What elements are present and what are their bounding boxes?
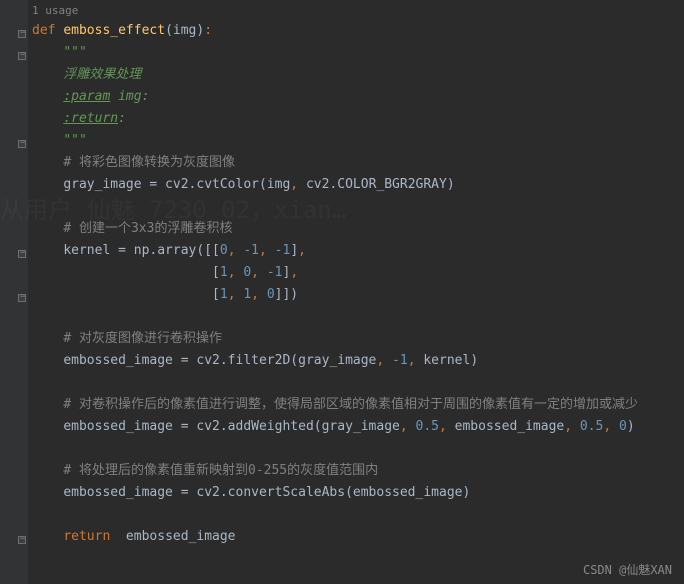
kw-return: return	[63, 529, 118, 544]
doc-param-tag: :param	[63, 89, 110, 104]
fold-icon[interactable]	[18, 30, 26, 38]
docstring-open: """	[63, 45, 86, 60]
code-editor[interactable]: 1 usage def emboss_effect(img): """ 浮雕效果…	[0, 0, 684, 584]
comment: # 将彩色图像转换为灰度图像	[63, 155, 235, 170]
doc-desc: 浮雕效果处理	[63, 67, 141, 82]
func-name: emboss_effect	[63, 23, 165, 38]
fold-icon[interactable]	[18, 250, 26, 258]
kw-def: def	[32, 23, 63, 38]
comment: # 对卷积操作后的像素值进行调整，使得局部区域的像素值相对于周围的像素值有一定的…	[63, 397, 638, 412]
code-content[interactable]: 1 usage def emboss_effect(img): """ 浮雕效果…	[28, 0, 684, 584]
credit-text: CSDN @仙魅XAN	[583, 561, 672, 578]
gutter	[0, 0, 28, 584]
fold-icon[interactable]	[18, 52, 26, 60]
comment: # 对灰度图像进行卷积操作	[63, 331, 222, 346]
doc-return-tag: :return	[63, 111, 118, 126]
fold-icon[interactable]	[18, 140, 26, 148]
fold-icon[interactable]	[18, 294, 26, 302]
fold-icon[interactable]	[18, 536, 26, 544]
usage-hint: 1 usage	[32, 0, 680, 20]
comment: # 创建一个3x3的浮雕卷积核	[63, 221, 232, 236]
comment: # 将处理后的像素值重新映射到0-255的灰度值范围内	[63, 463, 378, 478]
docstring-close: """	[63, 133, 86, 148]
